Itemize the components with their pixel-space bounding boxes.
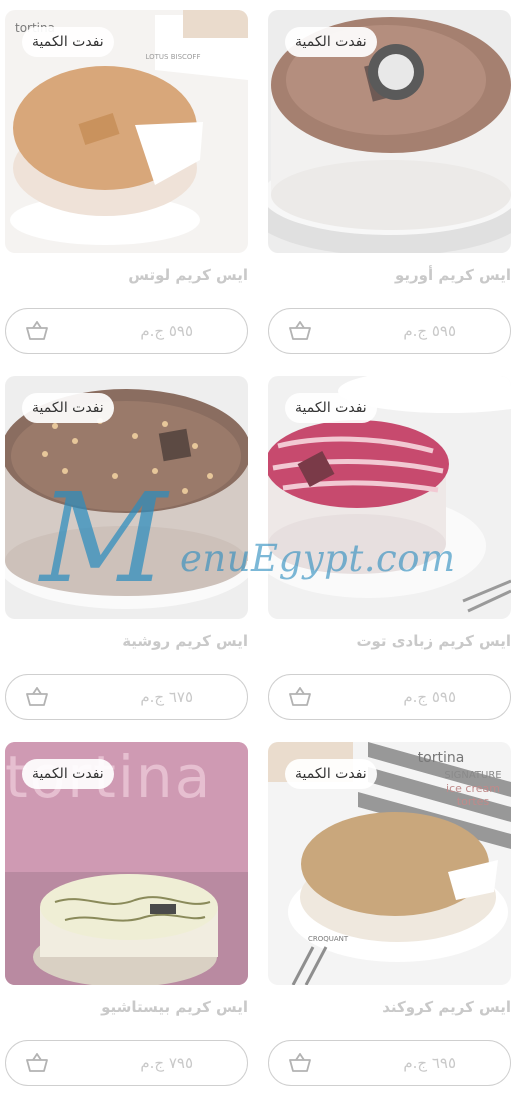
svg-text:SIGNATURE: SIGNATURE xyxy=(444,770,501,781)
sold-out-badge: نفدت الكمية xyxy=(22,27,114,57)
svg-text:ice cream: ice cream xyxy=(446,782,500,795)
product-image-oreo[interactable]: نفدت الكمية xyxy=(268,10,511,253)
product-name[interactable]: ايس كريم زبادى توت xyxy=(268,632,511,650)
basket-icon xyxy=(26,1053,48,1072)
svg-text:CROQUANT: CROQUANT xyxy=(308,935,349,943)
add-to-cart-button[interactable]: ٥٩٥ ج.م xyxy=(268,308,511,354)
product-image-croquant[interactable]: tortina SIGNATURE ice cream tortes CROQU… xyxy=(268,742,511,985)
product-image-lotus[interactable]: LOTUS BISCOFF tortina نفدت الكمية xyxy=(5,10,248,253)
product-name[interactable]: ايس كريم بيستاشيو xyxy=(5,998,248,1016)
add-to-cart-button[interactable]: ٦٩٥ ج.م xyxy=(268,1040,511,1086)
basket-icon xyxy=(289,321,311,340)
product-price: ٧٩٥ ج.م xyxy=(140,1054,193,1072)
basket-icon xyxy=(289,687,311,706)
product-name[interactable]: ايس كريم كروكند xyxy=(268,998,511,1016)
add-to-cart-button[interactable]: ٧٩٥ ج.م xyxy=(5,1040,248,1086)
product-price: ٥٩٥ ج.م xyxy=(140,322,193,340)
product-name[interactable]: ايس كريم روشية xyxy=(5,632,248,650)
basket-icon xyxy=(26,687,48,706)
product-name[interactable]: ايس كريم أوريو xyxy=(268,266,511,284)
product-image-berry[interactable]: نفدت الكمية xyxy=(268,376,511,619)
svg-text:LOTUS BISCOFF: LOTUS BISCOFF xyxy=(146,53,201,61)
add-to-cart-button[interactable]: ٦٧٥ ج.م xyxy=(5,674,248,720)
basket-icon xyxy=(289,1053,311,1072)
sold-out-badge: نفدت الكمية xyxy=(285,759,377,789)
add-to-cart-button[interactable]: ٥٩٥ ج.م xyxy=(5,308,248,354)
product-price: ٦٧٥ ج.م xyxy=(140,688,193,706)
product-price: ٦٩٥ ج.م xyxy=(403,1054,456,1072)
svg-text:tortes: tortes xyxy=(457,795,490,808)
sold-out-badge: نفدت الكمية xyxy=(285,393,377,423)
product-price: ٥٩٥ ج.م xyxy=(403,322,456,340)
svg-text:tortina: tortina xyxy=(418,750,465,766)
product-image-pistachio[interactable]: tortina نفدت الكمية xyxy=(5,742,248,985)
product-price: ٥٩٥ ج.م xyxy=(403,688,456,706)
basket-icon xyxy=(26,321,48,340)
sold-out-badge: نفدت الكمية xyxy=(22,393,114,423)
sold-out-badge: نفدت الكمية xyxy=(22,759,114,789)
add-to-cart-button[interactable]: ٥٩٥ ج.م xyxy=(268,674,511,720)
product-name[interactable]: ايس كريم لوتس xyxy=(5,266,248,284)
sold-out-badge: نفدت الكمية xyxy=(285,27,377,57)
product-image-rocher[interactable]: نفدت الكمية xyxy=(5,376,248,619)
product-grid: نفدت الكمية ايس كريم أوريو ٥٩٥ ج.م LOTUS… xyxy=(0,0,516,1094)
